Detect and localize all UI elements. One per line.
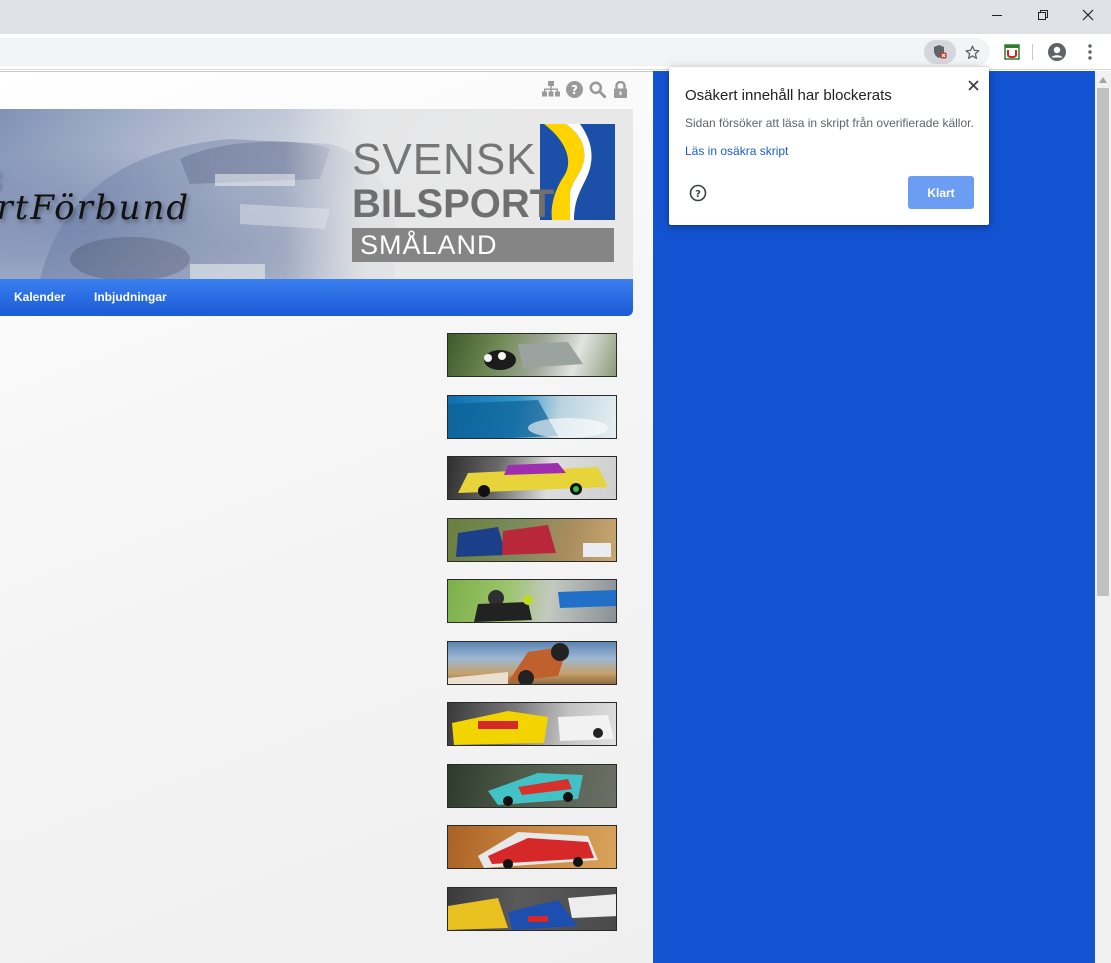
site-tools: ? — [542, 80, 629, 98]
bookmark-star-icon — [964, 44, 980, 59]
toolbar-separator — [1032, 44, 1033, 60]
rallycross-thumbnail[interactable] — [447, 518, 617, 562]
profile-avatar-icon — [1048, 43, 1066, 61]
main-navigation: Kalender Inbjudningar — [0, 279, 633, 316]
racing-car-thumbnail[interactable] — [447, 764, 617, 808]
window-close-button[interactable] — [1065, 0, 1111, 30]
search-button[interactable] — [588, 80, 606, 98]
nav-item-inbjudningar[interactable]: Inbjudningar — [94, 290, 167, 304]
load-unsafe-scripts-link[interactable]: Läs in osäkra skript — [685, 144, 788, 158]
scrollbar-thumb[interactable] — [1097, 88, 1109, 596]
sitemap-button[interactable] — [542, 80, 560, 98]
svg-text:?: ? — [571, 83, 578, 97]
minimize-icon — [992, 15, 1002, 16]
svg-text:?: ? — [695, 189, 701, 200]
logo-text-bilsport: BILSPORT — [352, 182, 555, 226]
profile-button[interactable] — [1044, 40, 1070, 64]
help-icon: ? — [565, 80, 583, 98]
rallycross-group-thumbnail[interactable] — [447, 887, 617, 931]
offroad-thumbnail[interactable] — [447, 641, 617, 685]
drift-race-thumbnail[interactable] — [447, 456, 617, 500]
page-top-divider — [0, 71, 653, 72]
login-button[interactable] — [611, 80, 629, 98]
extension-icon — [1004, 44, 1020, 60]
sitemap-icon — [542, 81, 560, 97]
popup-close-button[interactable] — [963, 75, 983, 95]
touring-car-thumbnail[interactable] — [447, 702, 617, 746]
lock-icon — [613, 80, 627, 98]
browser-title-bar — [0, 0, 1111, 34]
banner-title-line2: ortFörbund — [0, 188, 191, 228]
popup-description: Sidan försöker att läsa in skript från o… — [685, 116, 974, 130]
bookmark-star-button[interactable] — [959, 40, 985, 64]
search-icon — [589, 81, 606, 98]
close-icon — [967, 79, 979, 91]
nav-item-kalender[interactable]: Kalender — [14, 290, 65, 304]
menu-kebab-icon — [1088, 44, 1092, 60]
browser-menu-button[interactable] — [1077, 40, 1103, 64]
help-circle-icon: ? — [689, 184, 707, 202]
close-icon — [1082, 9, 1094, 21]
drift-thumbnail[interactable] — [447, 395, 617, 439]
restore-button[interactable] — [1020, 0, 1066, 30]
insecure-content-popup: Osäkert innehåll har blockerats Sidan fö… — [669, 67, 989, 225]
scroll-up-button[interactable] — [1095, 71, 1111, 88]
logo-text-region: SMÅLAND — [360, 230, 498, 260]
blocked-content-shield-icon — [934, 45, 947, 59]
done-button[interactable]: Klart — [908, 176, 974, 209]
rally-thumbnail[interactable] — [447, 333, 617, 377]
extension-button[interactable] — [999, 40, 1025, 64]
minimize-button[interactable] — [974, 0, 1020, 30]
logo-text-svensk: SVENSK — [352, 135, 537, 184]
blocked-content-shield-button[interactable] — [924, 40, 956, 64]
address-bar[interactable] — [0, 38, 990, 66]
chevron-up-icon — [1099, 76, 1107, 83]
popup-title: Osäkert innehåll har blockerats — [685, 87, 892, 104]
restore-icon — [1038, 10, 1048, 20]
popup-help-button[interactable]: ? — [689, 184, 707, 202]
help-button[interactable]: ? — [565, 80, 583, 98]
karting-thumbnail[interactable] — [447, 579, 617, 623]
rally-car-thumbnail[interactable] — [447, 825, 617, 869]
